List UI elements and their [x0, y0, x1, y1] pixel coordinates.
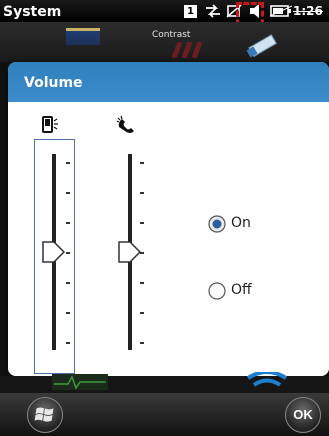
windows-start-icon [34, 407, 54, 422]
wifi-icon [246, 372, 288, 387]
contrast-icon [171, 42, 203, 58]
slider-tick [66, 252, 70, 254]
phone-volume-icon [42, 116, 58, 133]
memory-card-icon [66, 28, 100, 45]
slider-tick [140, 222, 144, 224]
clock[interactable]: 1:26 [293, 4, 323, 18]
slider-tick [140, 312, 144, 314]
system-volume-slider-thumb[interactable] [42, 240, 66, 264]
dialog-body: On Off [8, 102, 329, 376]
radio-off[interactable] [208, 282, 226, 300]
dialog-header: Volume [8, 62, 329, 102]
slider-tick [66, 162, 70, 164]
call-volume-slider-thumb[interactable] [118, 240, 142, 264]
status-bar: System 1 1:26 [0, 0, 329, 34]
slider-tick [140, 162, 144, 164]
slider-tick [66, 342, 70, 344]
ok-button[interactable]: OK [285, 397, 321, 433]
slider-tick [66, 222, 70, 224]
radio-off-label[interactable]: Off [231, 282, 252, 298]
slider-tick [140, 282, 144, 284]
radio-on[interactable] [208, 215, 226, 233]
battery-icon[interactable] [270, 5, 292, 17]
slider-tick [140, 192, 144, 194]
volume-dialog: Volume On Off [8, 62, 329, 376]
notification-count-badge[interactable]: 1 [184, 5, 197, 18]
radio-on-label[interactable]: On [231, 215, 251, 231]
slider-tick [66, 312, 70, 314]
contrast-label: Contrast [152, 30, 191, 40]
handset-icon [116, 115, 134, 133]
sync-arrows-icon[interactable] [204, 4, 222, 18]
stylus-icon [246, 34, 278, 58]
app-title[interactable]: System [3, 4, 61, 20]
slider-tick [66, 282, 70, 284]
slider-tick [140, 342, 144, 344]
heartbeat-icon [52, 374, 108, 390]
dialog-title: Volume [24, 75, 83, 91]
slider-tick [66, 192, 70, 194]
start-button[interactable] [27, 397, 63, 433]
